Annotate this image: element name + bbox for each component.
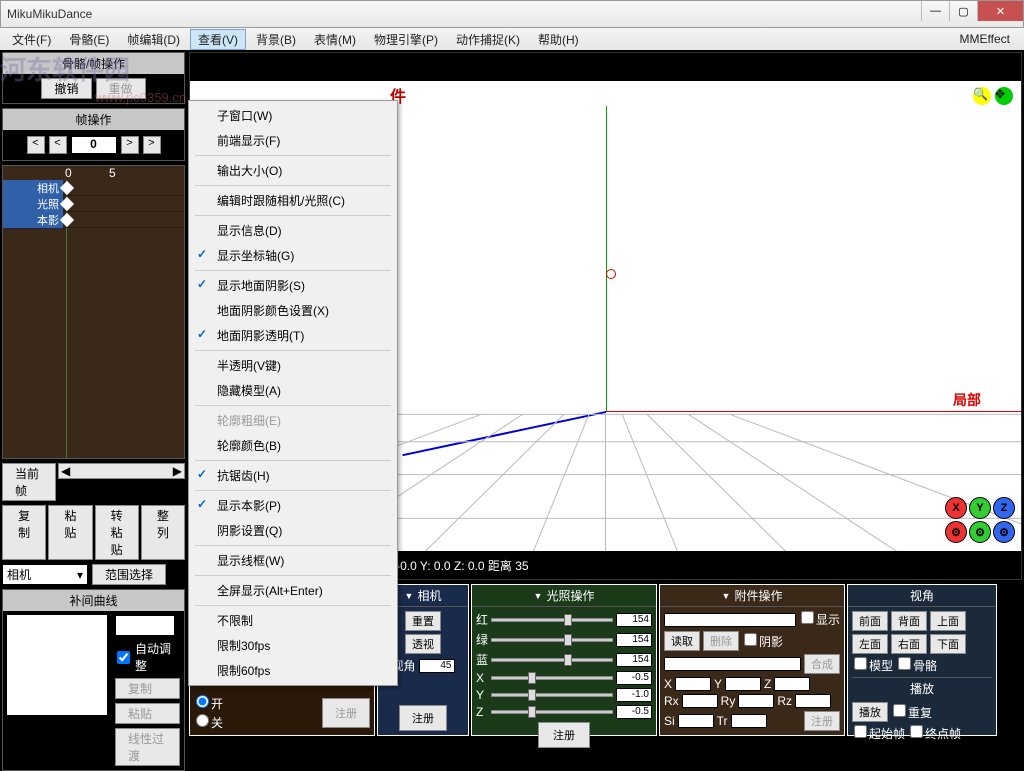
chevron-down-icon: ▾ <box>77 568 83 582</box>
view-panel: 视角 前面 背面 上面 左面 右面 下面 模型 骨骼 <box>847 584 997 736</box>
accessory-selector[interactable]: ▾ <box>664 613 796 627</box>
menu-item[interactable]: ✓抗锯齿(H) <box>191 463 395 488</box>
frame-复制[interactable]: 复制 <box>2 505 46 560</box>
maximize-button[interactable]: ▢ <box>949 1 977 21</box>
light-panel: ▼光照操作 红154绿154蓝154X-0.5Y-1.0Z-0.5注册 <box>471 584 657 736</box>
menu-item[interactable]: 限制60fps <box>191 658 395 683</box>
menu-6[interactable]: 物理引擎(P) <box>366 29 446 50</box>
gizmo-magnify-icon[interactable]: 🔍 <box>973 87 991 105</box>
frame-prev[interactable]: < <box>49 136 67 154</box>
undo-button[interactable]: 撤销 <box>41 78 91 99</box>
close-button[interactable]: ✕ <box>977 1 1023 21</box>
light-slider-4[interactable] <box>491 693 613 697</box>
menu-item[interactable]: 全屏显示(Alt+Enter) <box>191 578 395 603</box>
menu-4[interactable]: 背景(B) <box>248 29 304 50</box>
light-slider-5[interactable] <box>491 710 613 714</box>
timeline-scrollbar[interactable]: ◀▶ <box>58 463 185 479</box>
menu-1[interactable]: 骨骼(E) <box>61 29 117 50</box>
model-register[interactable]: 注册 <box>322 698 370 728</box>
axis-gizmos: X Y Z ⚙ ⚙ ⚙ <box>945 497 1015 543</box>
light-slider-2[interactable] <box>491 658 613 662</box>
menu-item[interactable]: 轮廓颜色(B) <box>191 433 395 458</box>
menu-item[interactable]: 编辑时跟随相机/光照(C) <box>191 188 395 213</box>
menu-item[interactable]: 子窗口(W) <box>191 103 395 128</box>
minimize-button[interactable]: — <box>921 1 949 21</box>
menu-item[interactable]: 阴影设置(Q) <box>191 518 395 543</box>
menu-8[interactable]: 帮助(H) <box>530 29 587 50</box>
timeline[interactable]: 0 5 相机光照本影 <box>2 165 185 459</box>
menu-item[interactable]: 输出大小(O) <box>191 158 395 183</box>
frame-number-input[interactable]: 0 <box>71 136 117 154</box>
accessory-panel: ▼附件操作 ▾ 显示 读取 删除 阴影 合成 XYZ <box>659 584 845 736</box>
menu-item[interactable]: 隐藏模型(A) <box>191 378 395 403</box>
range-select-button[interactable]: 范围选择 <box>92 564 166 585</box>
menu-item[interactable]: ✓显示坐标轴(G) <box>191 243 395 268</box>
camera-angle-input[interactable]: 45 <box>419 659 455 673</box>
menu-item[interactable]: 地面阴影颜色设置(X) <box>191 298 395 323</box>
interp-paste[interactable]: 粘贴 <box>115 703 180 724</box>
frame-ops-header: 帧操作 <box>3 109 184 130</box>
frame-整列[interactable]: 整列 <box>141 505 185 560</box>
gizmo-x[interactable]: X <box>945 497 967 519</box>
light-slider-1[interactable] <box>491 638 613 642</box>
menu-item[interactable]: ✓地面阴影透明(T) <box>191 323 395 348</box>
menu-item[interactable]: 轮廓粗细(E) <box>191 408 395 433</box>
menu-item[interactable]: ✓显示地面阴影(S) <box>191 273 395 298</box>
left-panel: 骨骼/帧操作 撤销 重做 帧操作 < < 0 > > 0 5 相机光照本影 <box>0 50 187 738</box>
local-label: 局部 <box>953 390 981 410</box>
menu-item[interactable]: 半透明(V键) <box>191 353 395 378</box>
menu-item[interactable]: 显示信息(D) <box>191 218 395 243</box>
camera-register[interactable]: 注册 <box>399 705 447 731</box>
gizmo-ry[interactable]: ⚙ <box>969 521 991 543</box>
window-title: MikuMikuDance <box>7 7 92 21</box>
view-menu-dropdown: 子窗口(W)前端显示(F) 输出大小(O) 编辑时跟随相机/光照(C) 显示信息(D)… <box>188 100 398 686</box>
gizmo-y[interactable]: Y <box>969 497 991 519</box>
menu-item[interactable]: 前端显示(F) <box>191 128 395 153</box>
gizmo-move-icon[interactable]: ✥ <box>995 87 1013 105</box>
menu-0[interactable]: 文件(F) <box>4 29 59 50</box>
center-marker <box>606 269 616 279</box>
menu-item[interactable]: 显示线框(W) <box>191 548 395 573</box>
interp-axis-select[interactable]: 旋转▾ <box>115 615 175 636</box>
interp-header: 补间曲线 <box>3 590 184 611</box>
menu-item[interactable]: ✓显示本影(P) <box>191 493 395 518</box>
redo-button[interactable]: 重做 <box>96 78 146 99</box>
interp-curve-canvas[interactable] <box>7 615 107 715</box>
gizmo-rz[interactable]: ⚙ <box>993 521 1015 543</box>
frame-next[interactable]: > <box>121 136 139 154</box>
menu-item[interactable]: 限制30fps <box>191 633 395 658</box>
current-frame-button[interactable]: 当前帧 <box>2 463 56 501</box>
camera-reset[interactable]: 重置 <box>405 611 441 631</box>
track-selector[interactable]: 相机▾ <box>2 564 88 585</box>
gizmo-rx[interactable]: ⚙ <box>945 521 967 543</box>
auto-adjust-checkbox[interactable]: 自动调整 <box>115 640 180 674</box>
camera-perspective[interactable]: 透视 <box>405 634 441 654</box>
frame-转粘贴[interactable]: 转粘贴 <box>95 505 139 560</box>
frame-粘贴[interactable]: 粘贴 <box>48 505 92 560</box>
menubar: 文件(F)骨骼(E)帧编辑(D)查看(V)背景(B)表情(M)物理引擎(P)动作… <box>0 28 1024 50</box>
light-slider-0[interactable] <box>491 618 613 622</box>
frame-prev-fast[interactable]: < <box>27 136 45 154</box>
menu-7[interactable]: 动作捕捉(K) <box>448 29 528 50</box>
menu-item[interactable]: 不限制 <box>191 608 395 633</box>
mmeffect-label[interactable]: MMEffect <box>960 32 1020 46</box>
frame-next-fast[interactable]: > <box>143 136 161 154</box>
bone-ops-header: 骨骼/帧操作 <box>3 53 184 74</box>
light-slider-3[interactable] <box>491 676 613 680</box>
gizmo-z[interactable]: Z <box>993 497 1015 519</box>
interp-linear[interactable]: 线性过渡 <box>115 728 180 766</box>
menu-5[interactable]: 表情(M) <box>306 29 364 50</box>
menu-3[interactable]: 查看(V) <box>190 29 246 50</box>
window-titlebar: MikuMikuDance — ▢ ✕ <box>0 0 1024 28</box>
menu-2[interactable]: 帧编辑(D) <box>119 29 188 50</box>
interp-copy[interactable]: 复制 <box>115 678 180 699</box>
